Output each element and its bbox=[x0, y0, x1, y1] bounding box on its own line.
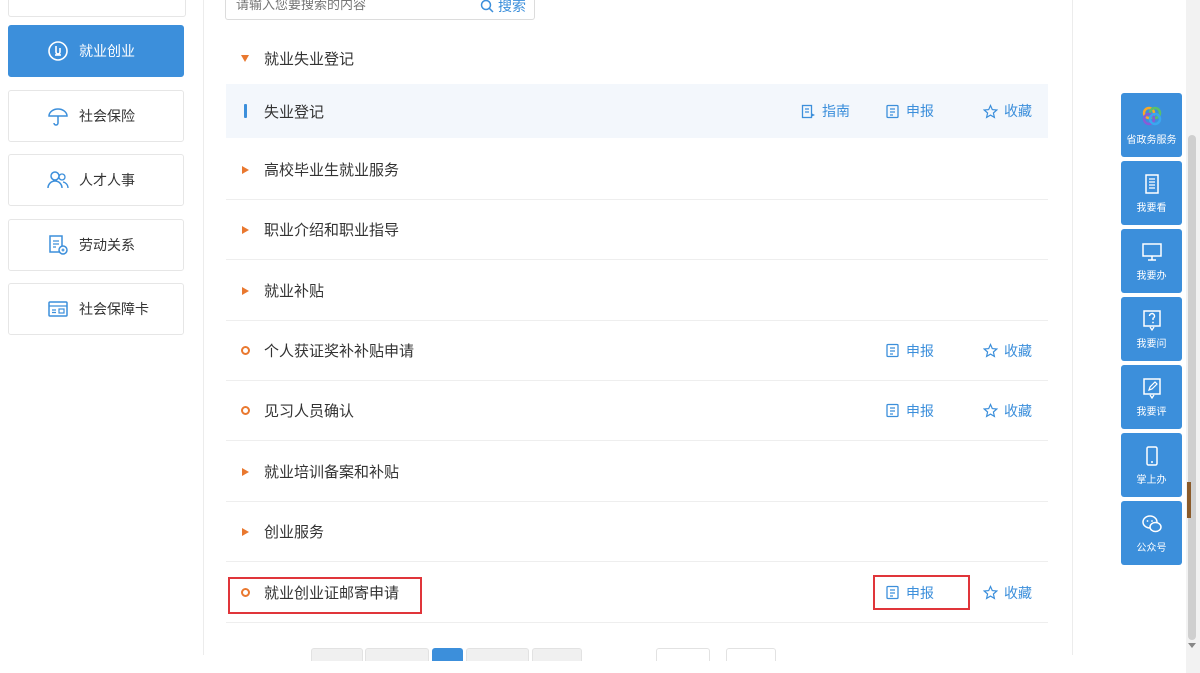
favorite-button[interactable]: 收藏 bbox=[983, 101, 1032, 121]
list-row-category[interactable]: 就业培训备案和补贴 bbox=[226, 442, 1048, 502]
highlight-box-apply-button bbox=[873, 575, 970, 610]
scrollbar-thumb[interactable] bbox=[1188, 135, 1196, 640]
search-button[interactable]: 搜索 bbox=[480, 0, 526, 16]
star-icon bbox=[983, 103, 998, 119]
float-handle[interactable]: 我要办 bbox=[1121, 229, 1182, 293]
sidebar-item-labor[interactable]: 劳动关系 bbox=[8, 219, 184, 271]
pagination-go-button[interactable] bbox=[726, 648, 776, 661]
favorite-button[interactable]: 收藏 bbox=[983, 341, 1032, 361]
search-icon bbox=[480, 0, 494, 13]
question-icon bbox=[1142, 309, 1161, 331]
float-mobile[interactable]: 掌上办 bbox=[1121, 433, 1182, 497]
list-row-category[interactable]: 创业服务 bbox=[226, 502, 1048, 562]
edit-icon bbox=[1142, 377, 1161, 399]
highlight-box-row-label bbox=[228, 577, 422, 614]
pagination-button[interactable] bbox=[365, 648, 429, 661]
guide-button[interactable]: 指南 bbox=[801, 101, 850, 121]
sidebar-item-social-insurance[interactable]: 社会保险 bbox=[8, 90, 184, 142]
star-icon bbox=[983, 403, 998, 418]
card-icon bbox=[47, 298, 69, 320]
star-icon bbox=[983, 343, 998, 358]
search-input[interactable] bbox=[234, 0, 458, 14]
notebook-icon bbox=[1144, 173, 1159, 194]
float-view[interactable]: 我要看 bbox=[1121, 161, 1182, 225]
list-row-category[interactable]: 高校毕业生就业服务 bbox=[226, 140, 1048, 200]
collapsed-triangle-icon bbox=[226, 527, 264, 536]
row-label: 职业介绍和职业指导 bbox=[264, 221, 400, 239]
pagination-current-page[interactable] bbox=[432, 648, 463, 661]
list-row-category[interactable]: 职业介绍和职业指导 bbox=[226, 200, 1048, 260]
collapsed-triangle-icon bbox=[226, 225, 264, 234]
float-gov-service[interactable]: 省政务服务 bbox=[1121, 93, 1182, 157]
list-row-item[interactable]: 见习人员确认 申报 收藏 bbox=[226, 381, 1048, 441]
sidebar-item-employment[interactable]: 就业创业 bbox=[8, 25, 184, 77]
sidebar-item-label: 社会保险 bbox=[79, 109, 135, 125]
row-label: 就业培训备案和补贴 bbox=[264, 463, 400, 481]
pagination-input[interactable] bbox=[656, 648, 710, 661]
sidebar-item-label: 就业创业 bbox=[79, 44, 135, 60]
list-row-item[interactable]: 个人获证奖补补贴申请 申报 收藏 bbox=[226, 321, 1048, 381]
sidebar-item-label: 劳动关系 bbox=[79, 238, 135, 254]
employment-icon bbox=[47, 40, 69, 62]
sidebar-item-talent[interactable]: 人才人事 bbox=[8, 154, 184, 206]
wechat-icon bbox=[1141, 514, 1162, 532]
scroll-marker bbox=[1187, 482, 1191, 518]
pagination-button[interactable] bbox=[466, 648, 529, 661]
collapsed-triangle-icon bbox=[226, 467, 264, 476]
search-box: 搜索 bbox=[225, 0, 535, 20]
row-label: 就业失业登记 bbox=[264, 49, 355, 68]
pagination-button[interactable] bbox=[311, 648, 363, 661]
apply-icon bbox=[886, 104, 899, 118]
monitor-icon bbox=[1141, 242, 1162, 261]
float-wechat[interactable]: 公众号 bbox=[1121, 501, 1182, 565]
list-row-subitem[interactable]: 失业登记 指南 申报 收藏 bbox=[226, 84, 1048, 138]
gov-service-logo-icon bbox=[1142, 106, 1161, 125]
collapsed-triangle-icon bbox=[226, 165, 264, 174]
favorite-button[interactable]: 收藏 bbox=[983, 401, 1032, 421]
phone-icon bbox=[1145, 445, 1158, 466]
sidebar-top-stub bbox=[8, 0, 186, 17]
row-label: 高校毕业生就业服务 bbox=[264, 161, 400, 179]
apply-button[interactable]: 申报 bbox=[885, 341, 934, 361]
pagination-button[interactable] bbox=[532, 648, 582, 661]
expanded-triangle-icon bbox=[226, 54, 264, 62]
apply-icon bbox=[886, 403, 899, 418]
favorite-button[interactable]: 收藏 bbox=[983, 583, 1032, 603]
sidebar-item-label: 社会保障卡 bbox=[79, 302, 149, 318]
row-label: 就业补贴 bbox=[264, 282, 325, 300]
star-icon bbox=[983, 585, 998, 600]
collapsed-triangle-icon bbox=[226, 286, 264, 295]
guide-icon bbox=[801, 104, 815, 118]
sidebar-item-label: 人才人事 bbox=[79, 173, 135, 189]
apply-icon bbox=[886, 343, 899, 358]
scroll-down-icon[interactable] bbox=[1188, 643, 1196, 648]
list-row-category[interactable]: 就业失业登记 bbox=[226, 28, 1048, 88]
list-row-category[interactable]: 就业补贴 bbox=[226, 261, 1048, 321]
float-rate[interactable]: 我要评 bbox=[1121, 365, 1182, 429]
row-label: 创业服务 bbox=[264, 523, 325, 541]
apply-button[interactable]: 申报 bbox=[885, 401, 934, 421]
people-icon bbox=[47, 169, 69, 191]
apply-button[interactable]: 申报 bbox=[885, 101, 934, 121]
document-icon bbox=[47, 234, 69, 256]
float-ask[interactable]: 我要问 bbox=[1121, 297, 1182, 361]
sidebar-item-ss-card[interactable]: 社会保障卡 bbox=[8, 283, 184, 335]
umbrella-icon bbox=[47, 105, 69, 127]
